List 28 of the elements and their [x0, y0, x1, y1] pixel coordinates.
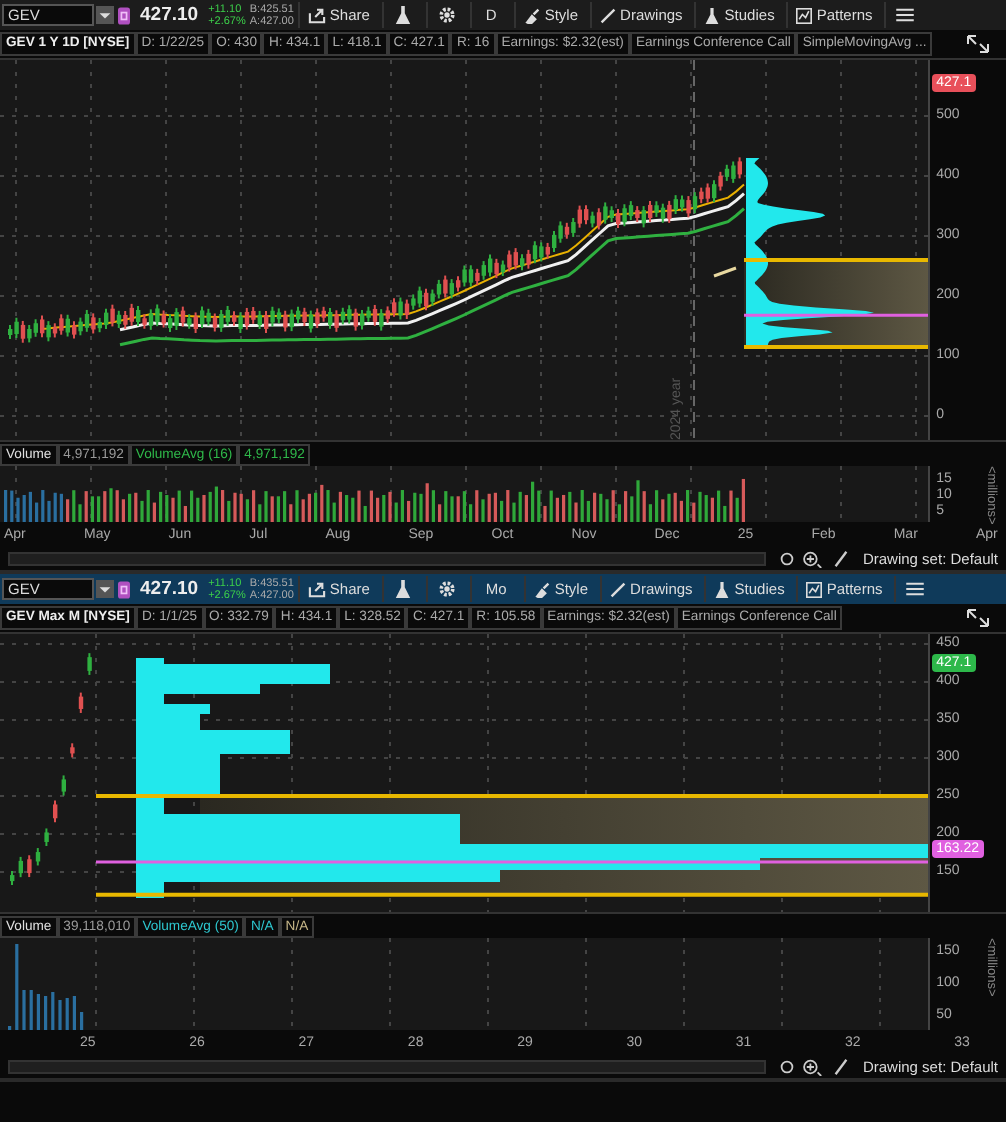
flask-icon [393, 580, 412, 598]
flask-icon [393, 6, 412, 24]
pencil-icon [600, 7, 617, 23]
volume-bar-series [8, 944, 84, 1030]
expand-arrows-icon[interactable] [966, 608, 990, 628]
flask-icon [704, 7, 721, 23]
brush-icon [534, 581, 551, 597]
brush-icon [524, 7, 541, 23]
last-price: 427.10 [140, 578, 199, 600]
dropdown-caret-icon[interactable] [96, 580, 114, 598]
expand-arrows-icon[interactable] [966, 34, 990, 54]
settings-icon [437, 580, 456, 598]
menu-icon [896, 8, 915, 22]
scrollbar[interactable] [8, 1059, 767, 1073]
menu-icon [906, 582, 925, 596]
trend-line [713, 266, 737, 278]
link-icon[interactable] [118, 579, 130, 599]
flask-icon [714, 581, 731, 597]
share-icon [307, 581, 326, 597]
last-price: 427.10 [140, 4, 199, 26]
settings-icon [437, 6, 456, 24]
pattern-chart-icon [806, 581, 823, 597]
scrollbar[interactable] [8, 551, 767, 565]
pattern-chart-icon [796, 7, 813, 23]
pencil-icon [610, 581, 627, 597]
share-icon [307, 7, 326, 23]
link-icon[interactable] [118, 5, 130, 25]
dropdown-caret-icon[interactable] [96, 6, 114, 24]
